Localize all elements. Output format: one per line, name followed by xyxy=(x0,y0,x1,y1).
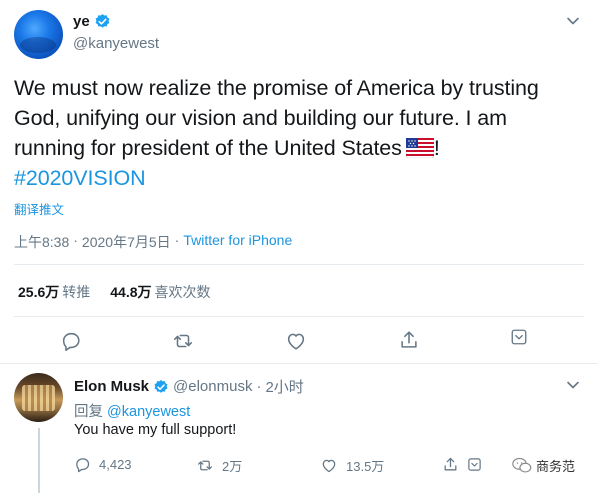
reply-icon[interactable] xyxy=(60,330,82,352)
reply-icon[interactable] xyxy=(74,456,91,473)
watermark-label: 商务范 xyxy=(536,459,576,474)
translate-tweet-link[interactable]: 翻译推文 xyxy=(14,199,64,218)
reply-prefix: 回复 xyxy=(74,404,103,420)
tweet-text-line: We must now realize the promise of Ameri… xyxy=(14,76,539,100)
reply-count: 4,423 xyxy=(99,457,132,472)
like-count: 13.5万 xyxy=(346,459,385,474)
chevron-down-icon[interactable] xyxy=(566,378,580,392)
meta-separator: · xyxy=(73,232,78,248)
author-name[interactable]: ye xyxy=(73,13,90,30)
reply-retweet-action[interactable]: 2万 xyxy=(196,456,242,475)
wechat-icon xyxy=(512,457,532,474)
author-handle[interactable]: @kanyewest xyxy=(73,35,159,52)
like-icon[interactable] xyxy=(285,330,307,352)
replying-to: 回复 @kanyewest xyxy=(74,400,190,421)
reply-reply-action[interactable]: 4,423 xyxy=(74,456,132,473)
like-icon[interactable] xyxy=(320,457,338,474)
bookmark-icon[interactable] xyxy=(467,457,482,472)
retweets-label: 转推 xyxy=(62,284,91,300)
meta-separator: · xyxy=(174,232,180,248)
reply-author-handle[interactable]: @elonmusk xyxy=(173,378,252,395)
tweet-meta: 上午8:38 · 2020年7月5日 · Twitter for iPhone xyxy=(14,232,292,252)
retweets-stat[interactable]: 25.6万 转推 xyxy=(18,282,90,302)
reply-mention-link[interactable]: @kanyewest xyxy=(107,404,190,420)
reply-text: You have my full support! xyxy=(74,422,237,438)
watermark: 商务范 xyxy=(512,456,575,475)
tweet-text-end: ! xyxy=(433,136,440,160)
share-icon[interactable] xyxy=(442,456,459,473)
retweets-count: 25.6万 xyxy=(18,284,60,300)
tweet-stats: 25.6万 转推 44.8万 喜欢次数 xyxy=(18,282,211,302)
tweet-date[interactable]: 2020年7月5日 xyxy=(82,232,171,252)
author-name-row[interactable]: ye xyxy=(73,13,111,30)
divider xyxy=(0,363,598,364)
reply-time[interactable]: 2小时 xyxy=(265,376,303,397)
reply-share-action[interactable] xyxy=(442,456,482,473)
tweet-time[interactable]: 上午8:38 xyxy=(14,232,69,252)
meta-separator: · xyxy=(256,378,262,395)
reply-author-name[interactable]: Elon Musk xyxy=(74,378,149,395)
retweet-count: 2万 xyxy=(222,459,243,474)
reply-author-row: Elon Musk @elonmusk · 2小时 xyxy=(74,376,304,397)
likes-count: 44.8万 xyxy=(110,284,152,300)
hashtag-link[interactable]: #2020VISION xyxy=(14,163,580,193)
reply-like-action[interactable]: 13.5万 xyxy=(320,456,384,475)
avatar[interactable] xyxy=(14,373,63,422)
retweet-icon[interactable] xyxy=(196,457,214,474)
verified-badge-icon xyxy=(94,13,111,30)
divider xyxy=(14,316,584,317)
avatar[interactable] xyxy=(14,10,63,59)
likes-label: 喜欢次数 xyxy=(154,284,211,300)
tweet-text-line: running for president of the United Stat… xyxy=(14,136,402,160)
us-flag-emoji xyxy=(405,138,434,158)
divider xyxy=(14,264,584,265)
tweet-source[interactable]: Twitter for iPhone xyxy=(183,232,292,252)
thread-line xyxy=(38,428,40,493)
tweet-text-line: God, unifying our vision and building ou… xyxy=(14,106,507,130)
share-icon[interactable] xyxy=(398,329,420,351)
bookmark-icon[interactable] xyxy=(510,328,532,350)
retweet-icon[interactable] xyxy=(172,330,194,352)
likes-stat[interactable]: 44.8万 喜欢次数 xyxy=(110,282,210,302)
tweet-text: We must now realize the promise of Ameri… xyxy=(14,73,580,193)
verified-badge-icon xyxy=(153,379,169,395)
chevron-down-icon[interactable] xyxy=(566,14,580,28)
